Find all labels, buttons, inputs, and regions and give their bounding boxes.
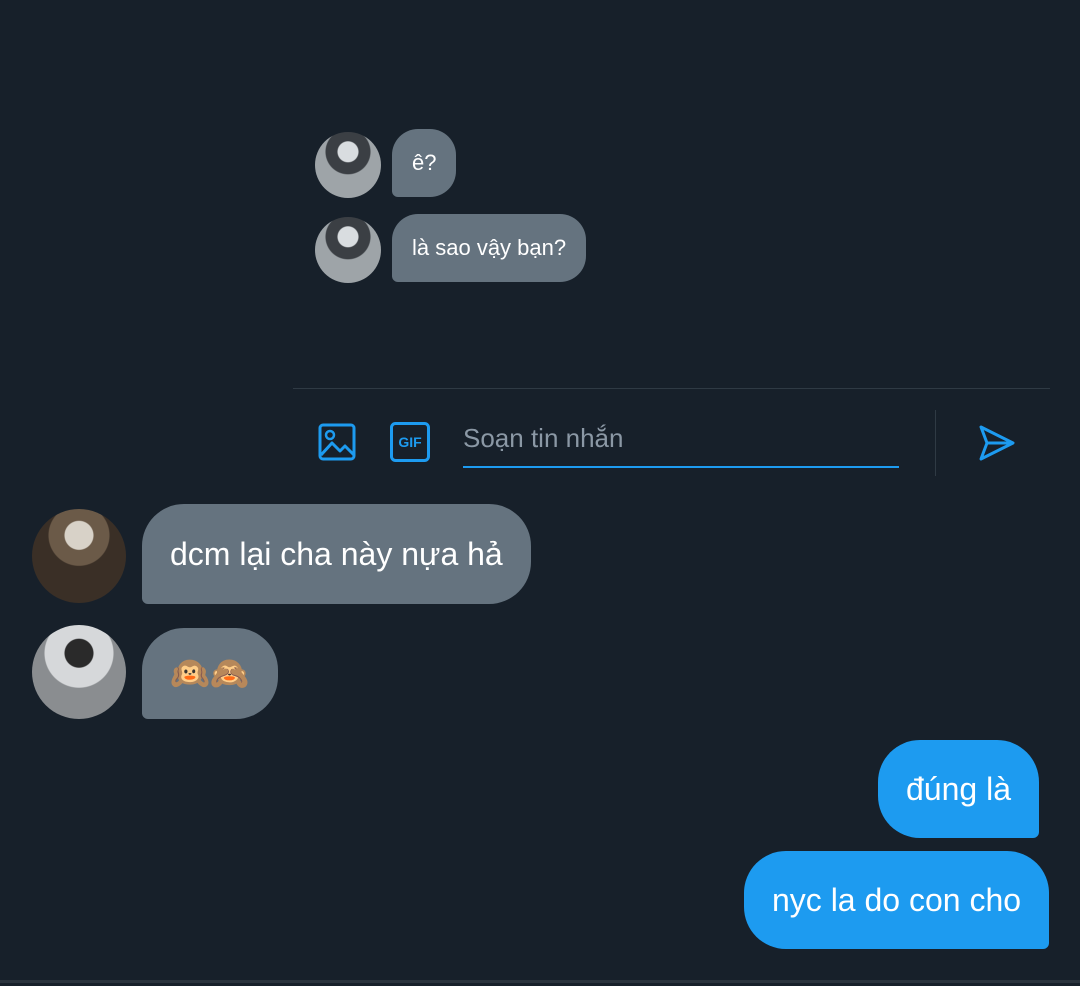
embedded-message-bubble: ê?	[392, 129, 457, 197]
gif-label: GIF	[398, 434, 422, 450]
avatar[interactable]	[315, 132, 381, 198]
message-bubble: dcm lại cha này nựa hả	[142, 504, 531, 604]
embedded-message-bubble: là sao vậy bạn?	[392, 214, 587, 282]
send-icon[interactable]	[977, 423, 1017, 463]
divider	[0, 980, 1080, 983]
message-input[interactable]	[463, 410, 899, 468]
message-bubble: 🙉🙈	[142, 628, 278, 719]
embedded-conversation: ê? là sao vậy bạn? GIF	[293, 110, 1050, 498]
message-composer: GIF	[293, 390, 1050, 498]
avatar[interactable]	[32, 509, 126, 603]
gif-icon[interactable]: GIF	[390, 422, 430, 462]
message-bubble: đúng là	[878, 740, 1039, 838]
image-icon[interactable]	[318, 423, 356, 461]
avatar[interactable]	[32, 625, 126, 719]
message-bubble: nyc la do con cho	[744, 851, 1050, 949]
divider	[293, 388, 1050, 389]
avatar[interactable]	[315, 217, 381, 283]
divider	[935, 410, 936, 476]
